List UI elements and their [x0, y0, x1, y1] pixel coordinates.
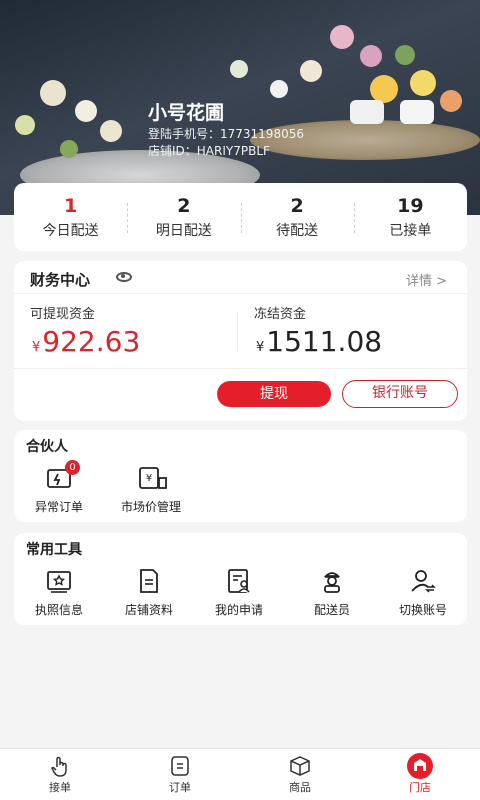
bottom-tab-bar: 接单 订单 商品 门店 [0, 748, 480, 800]
my-application-label: 我的申请 [214, 603, 263, 617]
tab-products[interactable]: 商品 [240, 749, 360, 800]
stat-value: 2 [177, 194, 191, 217]
store-name: 小号花圃 [148, 102, 225, 124]
tools-title: 常用工具 [26, 542, 82, 558]
courier-icon [319, 569, 345, 593]
license-info-label: 执照信息 [34, 603, 83, 617]
flower-decoration [410, 70, 436, 96]
market-price-button[interactable]: ¥ 市场价管理 [108, 466, 194, 515]
svg-text:¥: ¥ [146, 473, 152, 484]
frozen-funds-value: 1511.08 [266, 325, 383, 358]
flower-decoration [40, 80, 66, 106]
tools-card: 常用工具 执照信息 店铺资料 我的申请 配送员 切换账号 [14, 533, 467, 625]
flower-decoration [300, 60, 322, 82]
frozen-funds-amount: ¥1511.08 [256, 325, 382, 358]
application-icon [226, 569, 252, 593]
stat-label: 明日配送 [155, 222, 212, 239]
abnormal-order-icon: 0 [46, 460, 80, 490]
tab-store[interactable]: 门店 [360, 749, 480, 800]
stat-today-delivery[interactable]: 1 今日配送 [14, 195, 127, 240]
stat-label: 已接单 [389, 222, 432, 239]
switch-account-button[interactable]: 切换账号 [388, 569, 458, 618]
store-info-icon [136, 569, 162, 593]
frozen-funds-label: 冻结资金 [254, 307, 307, 322]
partner-title: 合伙人 [26, 439, 68, 455]
flower-decoration [360, 45, 382, 67]
abnormal-order-button[interactable]: 0 异常订单 [28, 460, 90, 515]
currency-symbol: ¥ [32, 340, 41, 355]
tab-orders[interactable]: 订单 [120, 749, 240, 800]
flower-decoration [330, 25, 354, 49]
finance-title: 财务中心 [30, 271, 91, 289]
eye-icon[interactable] [116, 272, 132, 282]
stat-pending-delivery[interactable]: 2 待配送 [240, 194, 354, 240]
tab-label: 订单 [169, 781, 191, 794]
flower-decoration [230, 60, 248, 78]
flower-decoration [440, 90, 462, 112]
finance-card: 财务中心 详情 > 可提现资金 ¥922.63 冻结资金 ¥1511.08 提现… [14, 261, 467, 421]
hand-tap-icon [49, 755, 71, 777]
flower-decoration [75, 100, 97, 122]
tab-label: 接单 [49, 781, 71, 794]
flower-decoration [100, 120, 122, 142]
tab-accept-order[interactable]: 接单 [0, 749, 120, 800]
courier-button[interactable]: 配送员 [297, 569, 367, 618]
divider [14, 293, 467, 294]
tab-label: 商品 [289, 781, 311, 794]
stat-label: 待配送 [276, 222, 319, 239]
divider [14, 368, 467, 369]
flower-decoration [60, 140, 78, 158]
license-info-button[interactable]: 执照信息 [24, 569, 94, 618]
flower-decoration [395, 45, 415, 65]
flower-decoration [370, 75, 398, 103]
market-price-icon: ¥ [138, 466, 167, 490]
flower-decoration [400, 100, 434, 124]
stat-value: 1 [64, 194, 78, 217]
my-application-button[interactable]: 我的申请 [204, 569, 274, 618]
store-phone: 登陆手机号：17731198056 [148, 127, 304, 141]
store-info-button[interactable]: 店铺资料 [114, 569, 184, 618]
flower-decoration [270, 80, 288, 98]
flower-decoration [350, 100, 384, 124]
partner-card: 合伙人 0 异常订单 ¥ 市场价管理 [14, 430, 467, 522]
box-icon [289, 755, 311, 777]
tab-label: 门店 [409, 781, 431, 794]
currency-symbol: ¥ [256, 340, 265, 355]
store-id: 店铺ID：HARIY7PBLF [148, 144, 270, 158]
stat-value: 19 [397, 194, 424, 217]
abnormal-order-label: 异常订单 [34, 500, 83, 514]
stat-accepted[interactable]: 19 已接单 [353, 194, 467, 240]
bank-account-button[interactable]: 银行账号 [342, 380, 458, 408]
available-funds-label: 可提现资金 [30, 307, 96, 322]
finance-detail-link[interactable]: 详情 > [406, 270, 447, 289]
abnormal-order-badge: 0 [65, 460, 80, 475]
store-icon [407, 753, 433, 779]
market-price-label: 市场价管理 [120, 500, 181, 514]
store-info-label: 店铺资料 [124, 603, 173, 617]
withdraw-button[interactable]: 提现 [217, 381, 331, 407]
stat-value: 2 [290, 194, 304, 217]
stat-label: 今日配送 [42, 222, 99, 239]
order-icon [169, 755, 191, 777]
switch-account-label: 切换账号 [398, 603, 447, 617]
available-funds-value: 922.63 [42, 325, 141, 358]
switch-account-icon [410, 569, 436, 593]
flower-decoration [15, 115, 35, 135]
license-icon [46, 569, 72, 593]
available-funds-amount: ¥922.63 [32, 325, 140, 358]
order-stats-card: 1 今日配送 2 明日配送 2 待配送 19 已接单 [14, 183, 467, 251]
courier-label: 配送员 [313, 603, 350, 617]
stat-tomorrow-delivery[interactable]: 2 明日配送 [127, 195, 240, 240]
divider [237, 311, 238, 351]
